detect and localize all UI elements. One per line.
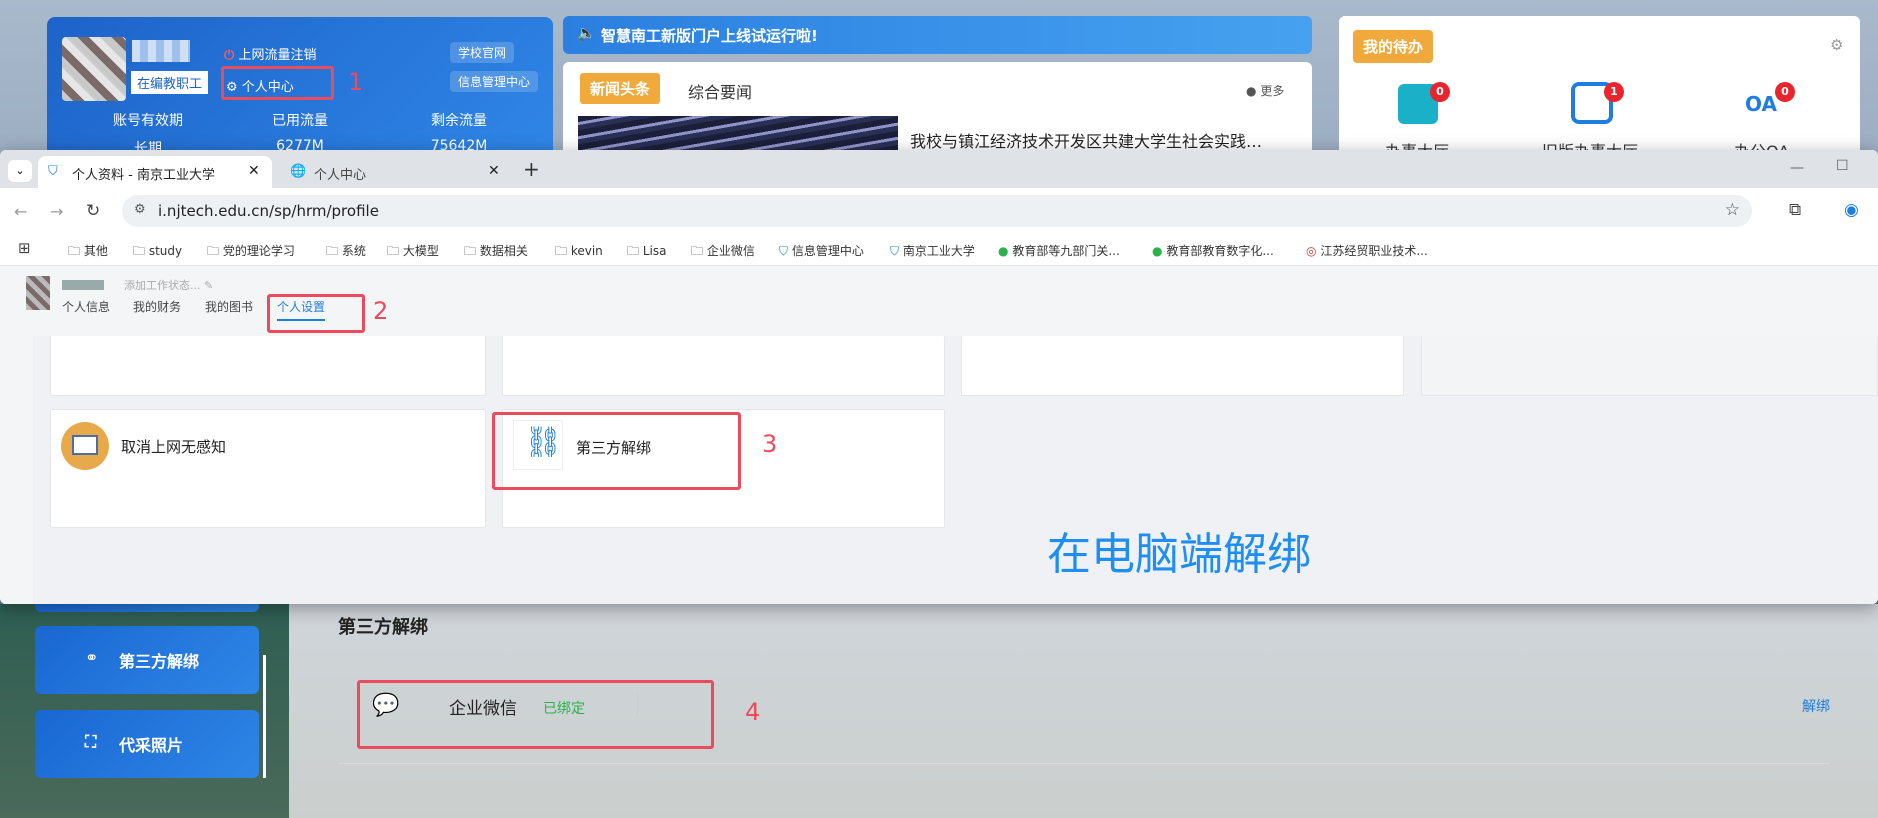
stat-label-used: 已用流量 <box>272 113 328 129</box>
todo-badge-old-hall: 1 <box>1604 82 1624 102</box>
todo-title: 我的待办 <box>1353 30 1434 63</box>
tab-search-button[interactable]: ⌄ <box>8 160 32 182</box>
annotation-number-4: 4 <box>745 698 761 726</box>
profile-icon[interactable]: ◉ <box>1844 200 1859 220</box>
settings-icon[interactable]: ⚙ <box>1830 36 1843 54</box>
info-center-link[interactable]: 信息管理中心 <box>450 71 539 92</box>
annotation-number-3: 3 <box>762 430 778 458</box>
reload-icon[interactable]: ↻ <box>86 201 100 221</box>
bookmark-folder[interactable]: 🗀 党的理论学习 <box>207 242 295 263</box>
forward-icon[interactable]: → <box>50 202 63 221</box>
annotation-number-1: 1 <box>348 68 364 96</box>
wechat-icon: ● <box>1152 244 1163 258</box>
profile-avatar <box>26 276 50 310</box>
close-tab-icon[interactable]: ✕ <box>488 163 500 179</box>
new-tab-icon[interactable]: + <box>523 157 540 181</box>
annotation-box-3 <box>492 412 741 490</box>
bookmark-link[interactable]: ◎ 江苏经贸职业技术... <box>1306 242 1428 259</box>
logout-link[interactable]: ⏻ 上网流量注销 <box>224 44 316 63</box>
school-logo-icon: ⛉ <box>48 164 58 179</box>
bookmark-folder[interactable]: 🗀 大模型 <box>387 242 439 263</box>
college-logo-icon: ◎ <box>1306 244 1317 258</box>
address-bar[interactable]: ⚙ i.njtech.edu.cn/sp/hrm/profile ☆ <box>122 195 1752 227</box>
notice-text: 智慧南工新版门户上线试运行啦! <box>601 27 818 45</box>
avatar <box>62 37 126 101</box>
shield-icon: ⛉ <box>779 244 789 258</box>
status-placeholder[interactable]: 添加工作状态... ✎ <box>124 277 213 293</box>
bookmark-folder[interactable]: 🗀 企业微信 <box>691 242 755 263</box>
row-divider <box>338 763 1830 764</box>
annotation-box-2 <box>267 294 365 333</box>
bookmark-folder[interactable]: 🗀 数据相关 <box>464 242 528 263</box>
globe-icon: 🌐 <box>290 164 307 179</box>
news-more-link[interactable]: ● 更多 <box>1246 82 1284 99</box>
annotation-box-1 <box>221 66 334 100</box>
minimize-icon[interactable]: — <box>1790 160 1804 176</box>
school-site-link[interactable]: 学校官网 <box>450 42 515 63</box>
nav-library[interactable]: 我的图书 <box>205 298 253 315</box>
section-title: 第三方解绑 <box>338 617 428 638</box>
staff-tag: 在编教职工 <box>131 71 209 94</box>
oa-icon[interactable]: OA <box>1745 92 1777 116</box>
apps-icon[interactable]: ⊞ <box>18 239 31 257</box>
tab-personal-center[interactable]: 🌐 个人中心 ✕ <box>280 156 510 188</box>
unbind-link[interactable]: 解绑 <box>1802 696 1830 716</box>
more-icon: ● <box>1246 84 1257 98</box>
settings-card[interactable] <box>502 336 945 396</box>
sidebar-item-photo[interactable]: ⛶ 代采照片 <box>35 710 259 778</box>
edit-icon: ✎ <box>204 279 214 292</box>
back-icon[interactable]: ← <box>14 202 27 221</box>
bookmark-folder[interactable]: 🗀 study <box>133 242 182 263</box>
star-icon[interactable]: ☆ <box>1725 200 1740 220</box>
profile-name-blurred <box>62 280 104 290</box>
close-tab-icon[interactable]: ✕ <box>248 163 260 179</box>
site-info-icon[interactable]: ⚙ <box>134 202 146 217</box>
card-label: 取消上网无感知 <box>121 438 227 456</box>
extensions-icon[interactable]: ⧉ <box>1789 200 1801 220</box>
news-headline[interactable]: 我校与镇江经济技术开发区共建大学生社会实践… <box>910 128 1262 152</box>
stat-label-remaining: 剩余流量 <box>431 113 487 129</box>
bookmark-link[interactable]: ⛉ 信息管理中心 <box>779 242 864 259</box>
sidebar-item-third-party-unbind[interactable]: ⚭ 第三方解绑 <box>35 626 259 694</box>
bookmark-link[interactable]: ● 教育部等九部门关... <box>998 242 1120 259</box>
todo-badge-oa: 0 <box>1775 82 1795 102</box>
settings-card[interactable] <box>50 336 486 396</box>
speaker-icon: 🔈 <box>577 24 596 42</box>
stat-label-validity: 账号有效期 <box>113 113 183 129</box>
nav-finance[interactable]: 我的财务 <box>133 298 181 315</box>
card-cancel-senseless-login[interactable]: 取消上网无感知 <box>50 409 486 528</box>
todo-badge-hall: 0 <box>1430 82 1450 102</box>
computer-icon <box>61 422 109 470</box>
bookmark-link[interactable]: ⛉ 南京工业大学 <box>890 242 975 259</box>
wechat-icon: ● <box>998 244 1009 258</box>
power-icon: ⏻ <box>224 48 235 63</box>
caption-pc-unbind: 在电脑端解绑 <box>1047 529 1311 580</box>
settings-card[interactable] <box>1421 336 1878 396</box>
settings-card[interactable] <box>961 336 1404 396</box>
nav-personal-info[interactable]: 个人信息 <box>62 298 110 315</box>
url-text: i.njtech.edu.cn/sp/hrm/profile <box>158 202 379 220</box>
annotation-box-4 <box>357 680 714 749</box>
tab-general-news[interactable]: 综合要闻 <box>688 79 752 103</box>
user-name-blurred <box>132 40 190 62</box>
shield-icon: ⛉ <box>890 244 900 258</box>
bookmark-folder[interactable]: 🗀 Lisa <box>627 242 666 263</box>
tab-profile[interactable]: ⛉ 个人资料 - 南京工业大学 ✕ <box>38 156 272 188</box>
tab-news-headline[interactable]: 新闻头条 <box>580 73 661 104</box>
bookmark-link[interactable]: ● 教育部教育数字化... <box>1152 242 1274 259</box>
annotation-number-2: 2 <box>373 297 389 325</box>
bookmark-folder[interactable]: 🗀 其他 <box>68 242 108 263</box>
scan-icon: ⛶ <box>85 732 97 751</box>
bookmark-folder[interactable]: 🗀 kevin <box>555 242 603 263</box>
bookmark-folder[interactable]: 🗀 系统 <box>326 242 366 263</box>
scrollbar[interactable] <box>263 655 266 778</box>
browser-window: ⌄ ⛉ 个人资料 - 南京工业大学 ✕ 🌐 个人中心 ✕ + — ☐ ← → ↻… <box>0 150 1878 604</box>
notice-bar[interactable]: 🔈 智慧南工新版门户上线试运行啦! <box>563 16 1312 54</box>
maximize-icon[interactable]: ☐ <box>1836 158 1849 174</box>
link-icon: ⚭ <box>85 648 99 667</box>
